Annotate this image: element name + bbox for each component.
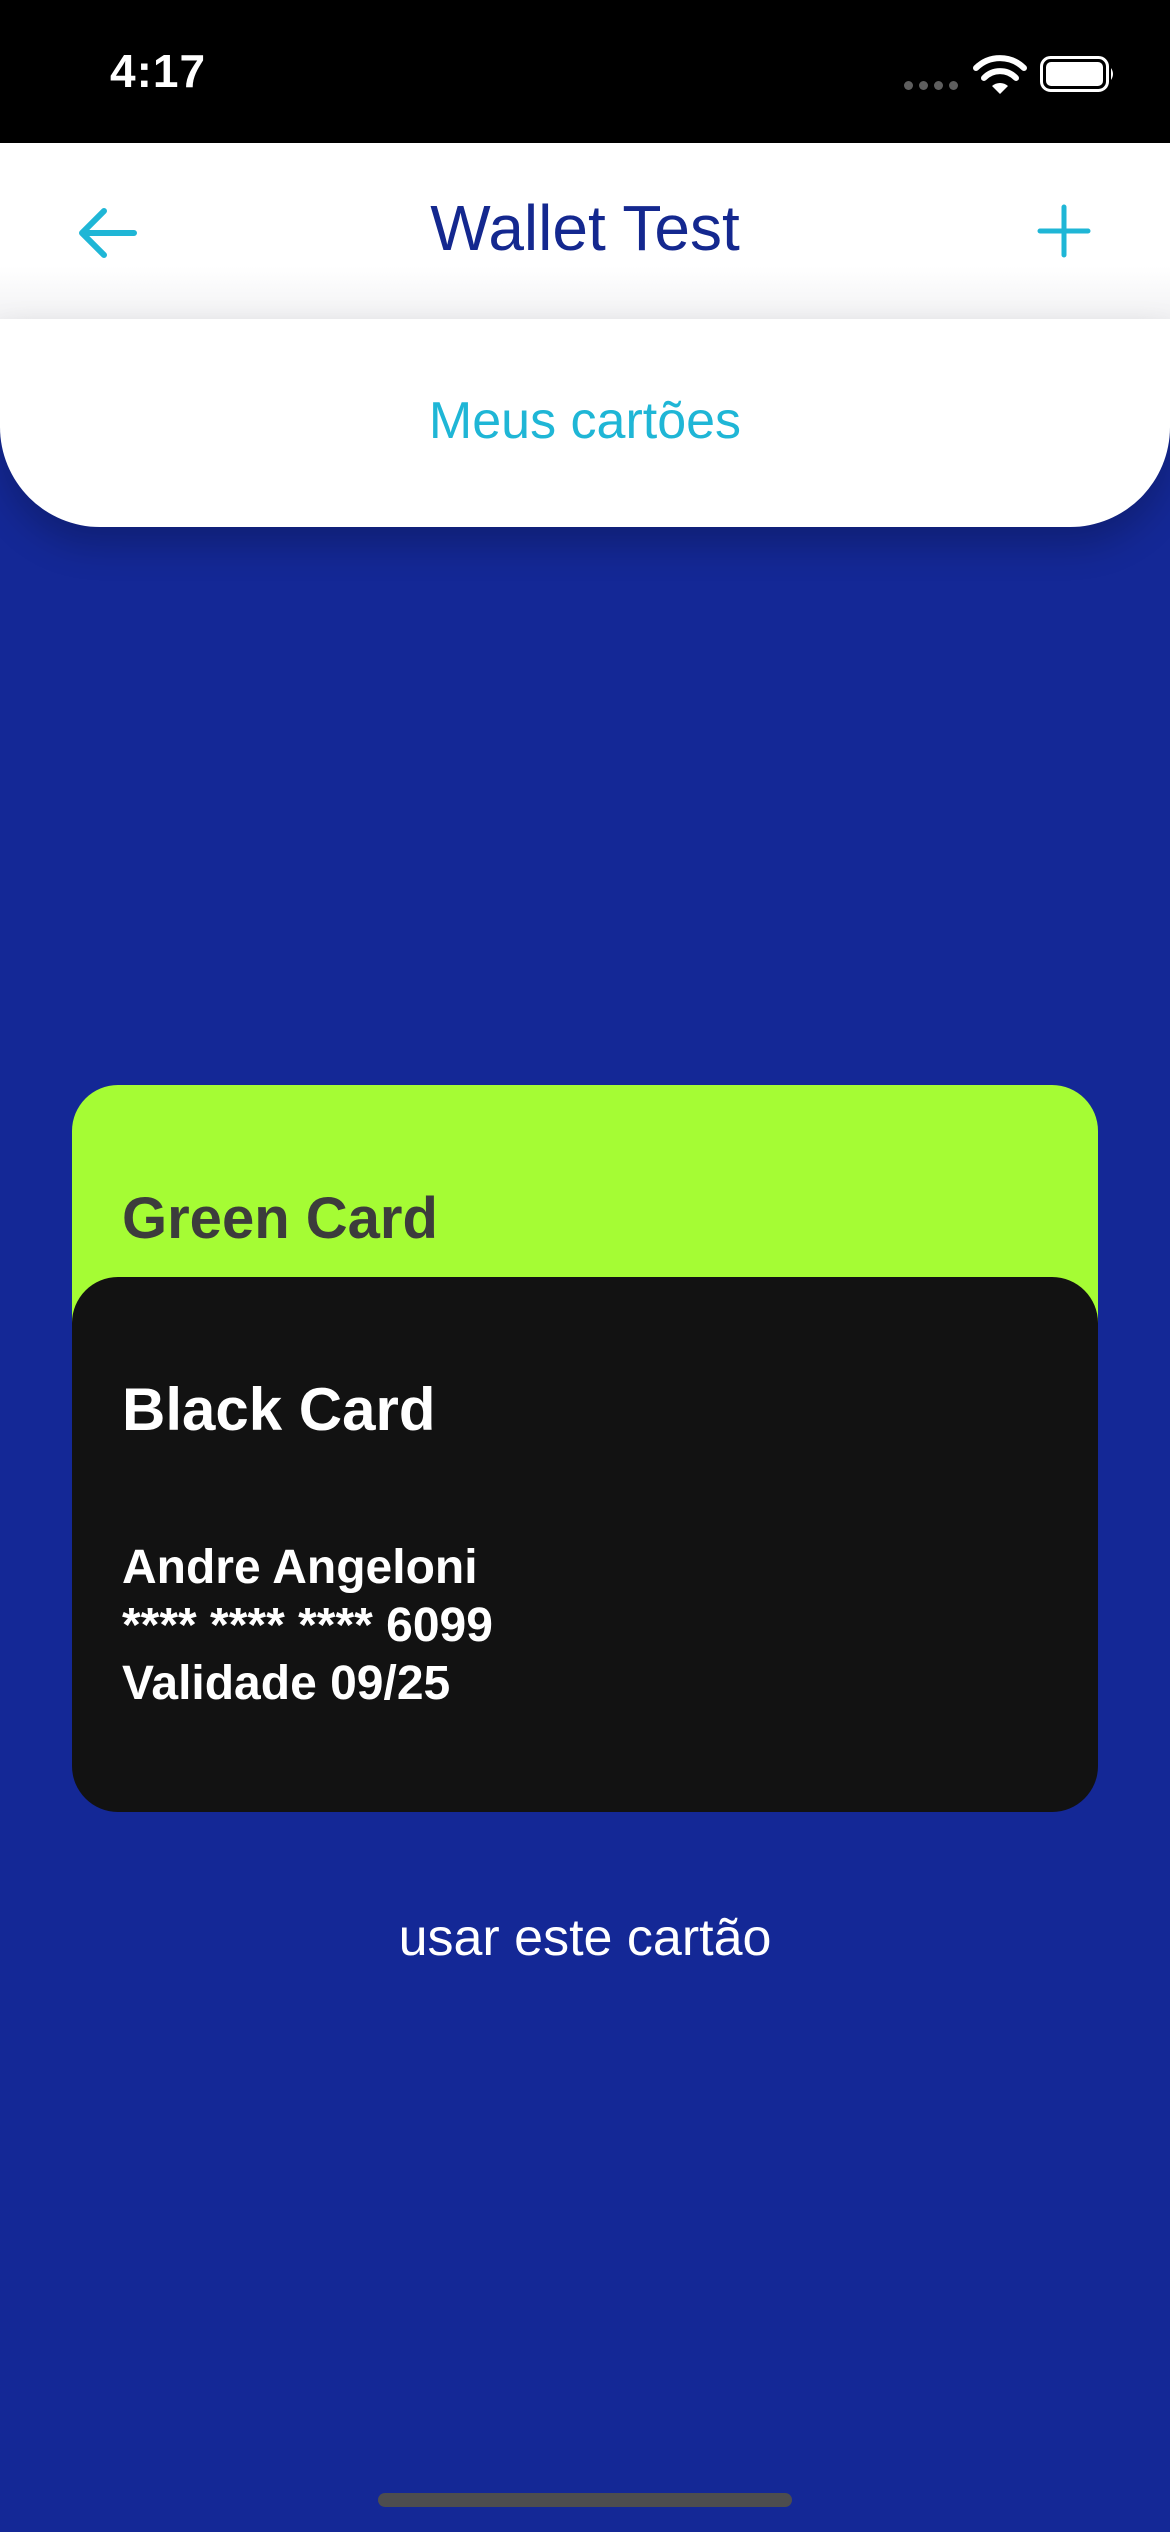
- page-title: Wallet Test: [430, 192, 740, 264]
- wifi-icon: [973, 55, 1027, 94]
- card-details: Andre Angeloni **** **** **** 6099 Valid…: [122, 1539, 493, 1713]
- add-card-button[interactable]: [1030, 195, 1098, 267]
- card-validity: Validade 09/25: [122, 1657, 451, 1710]
- plus-icon: [1037, 204, 1091, 258]
- my-cards-panel: Meus cartões: [0, 319, 1170, 527]
- status-bar: 4:17: [0, 0, 1170, 143]
- cellular-signal-icon: [904, 81, 960, 91]
- battery-icon: [1040, 56, 1113, 92]
- use-card-button[interactable]: usar este cartão: [0, 1908, 1170, 1968]
- nav-bar: Wallet Test: [0, 143, 1170, 319]
- card-name: Black Card: [122, 1376, 436, 1443]
- card-number: **** **** **** 6099: [122, 1599, 493, 1652]
- home-indicator[interactable]: [378, 2493, 792, 2507]
- card-name: Green Card: [122, 1186, 438, 1251]
- black-card[interactable]: Black Card Andre Angeloni **** **** ****…: [72, 1277, 1098, 1812]
- status-time: 4:17: [110, 45, 207, 97]
- card-holder: Andre Angeloni: [122, 1541, 478, 1594]
- my-cards-title[interactable]: Meus cartões: [0, 391, 1170, 451]
